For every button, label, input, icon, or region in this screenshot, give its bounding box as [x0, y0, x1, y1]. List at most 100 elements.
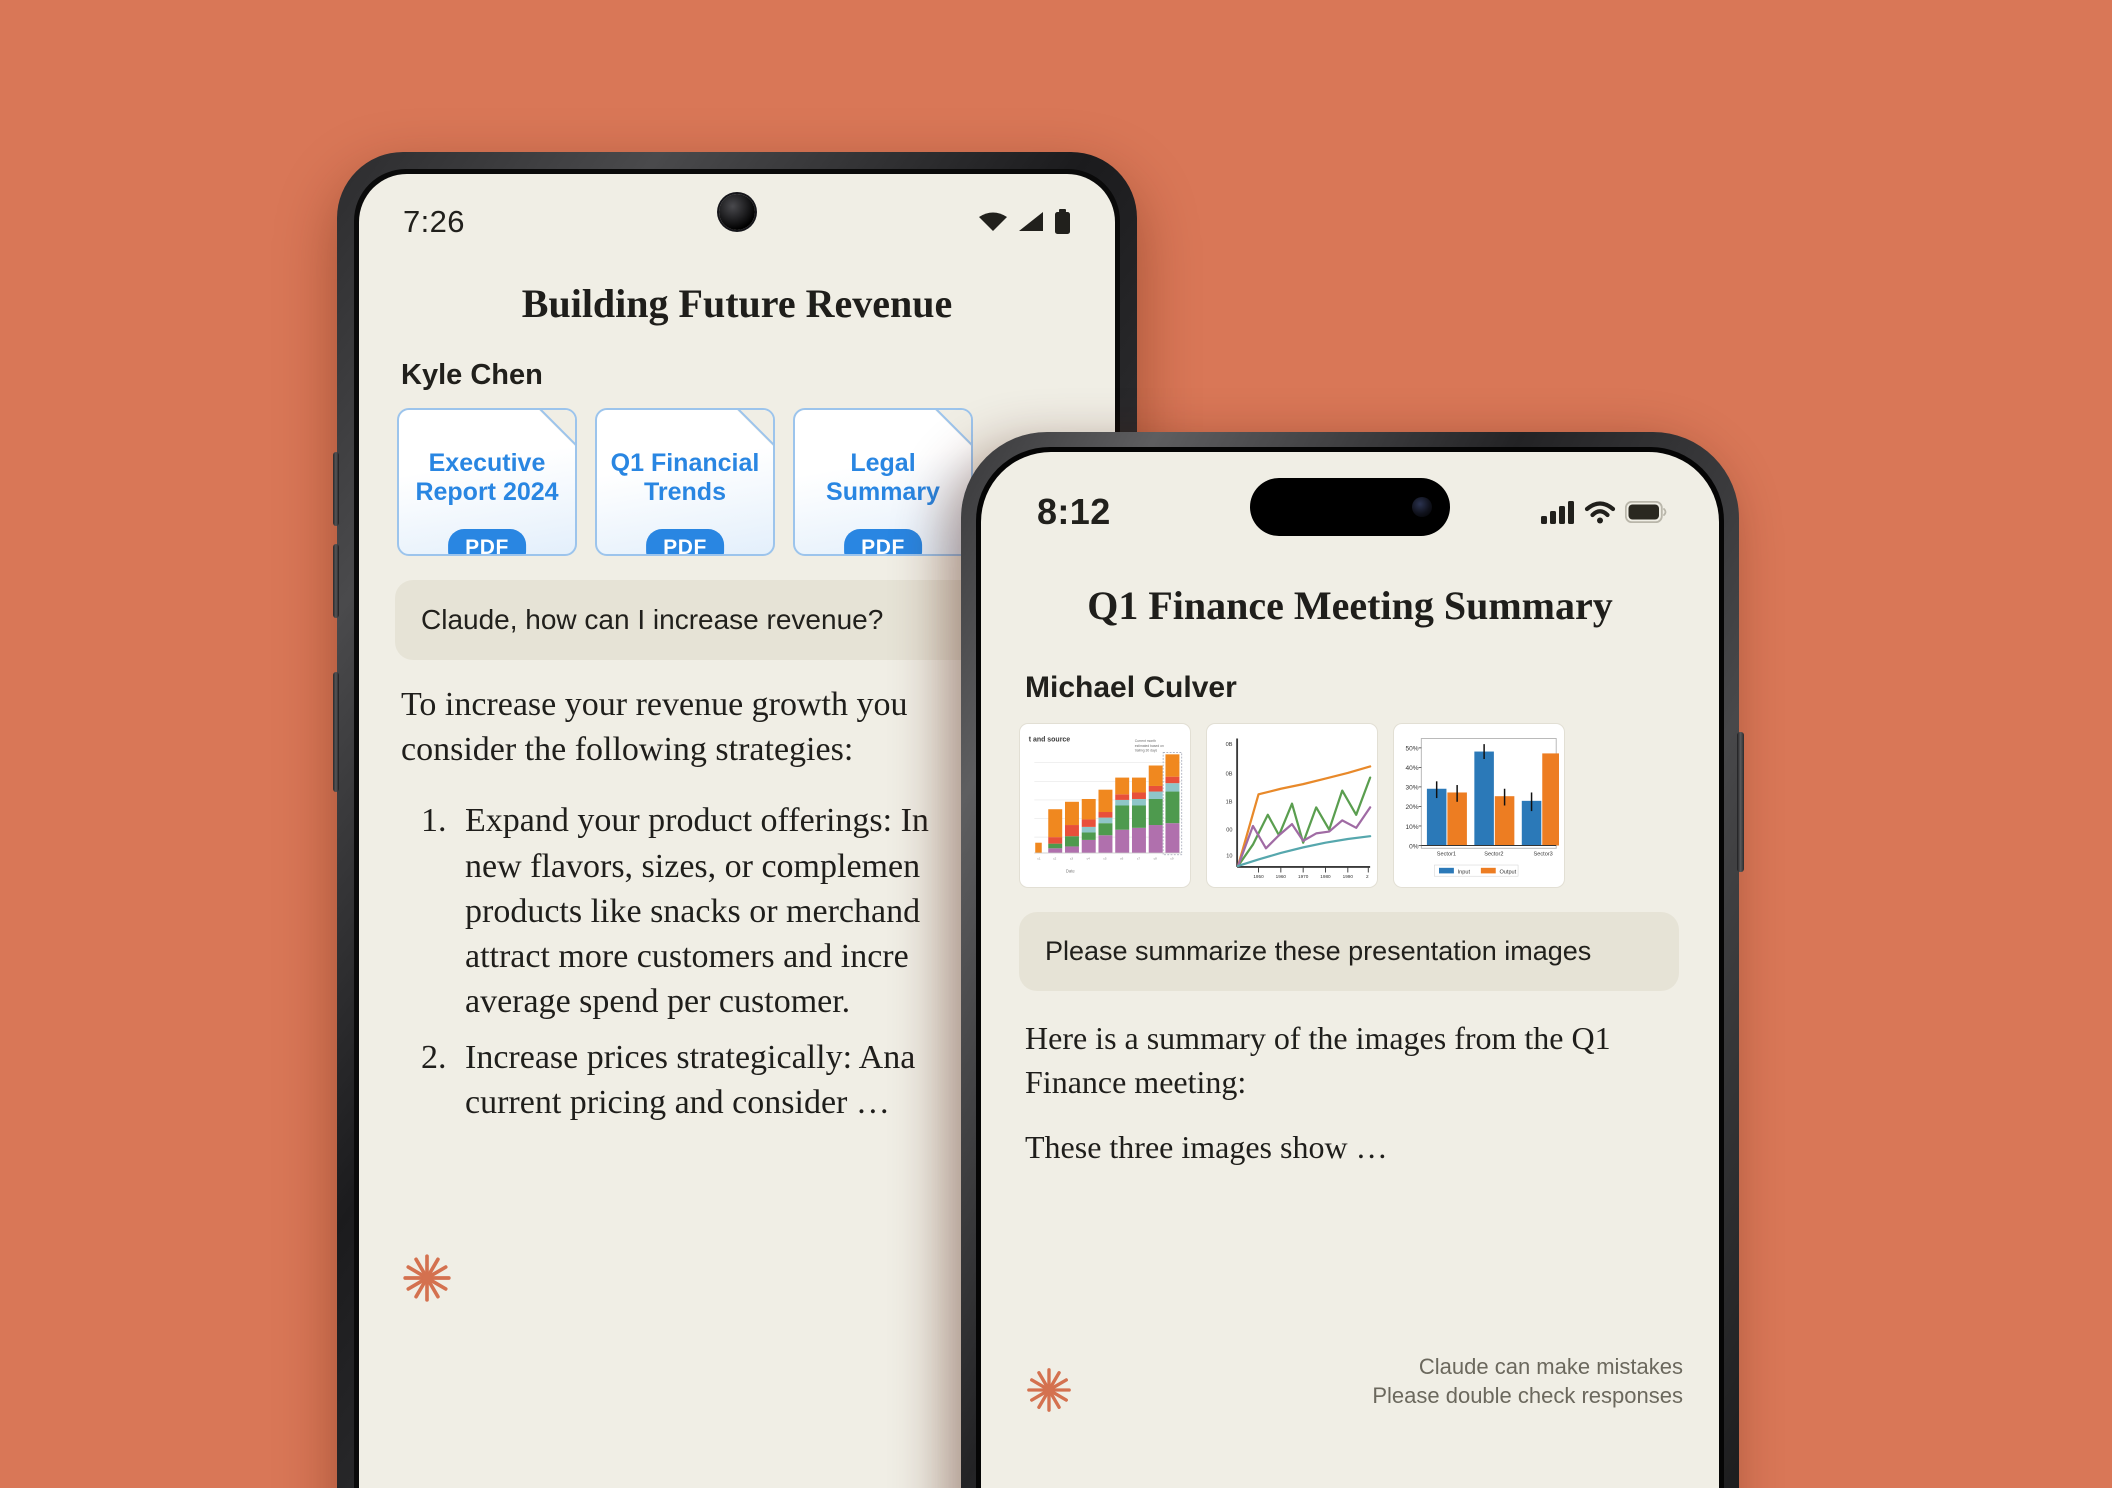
disclaimer-line-1: Claude can make mistakes [1418, 1353, 1683, 1379]
ios-screen: 8:12 Q1 Finance Meeting Summary Michael … [981, 452, 1719, 1488]
attachment-title: Executive Report 2024 [415, 448, 559, 507]
svg-text:c6: c6 [1120, 856, 1123, 860]
grouped-bar-chart: 0% 10% 20% 30% 40% 50% Sector1 Sector2 S… [1399, 731, 1559, 880]
answer-line: attract more customers and incre [465, 938, 909, 976]
status-clock: 7:26 [403, 204, 465, 239]
battery-icon [1625, 501, 1667, 523]
answer-line: products like snacks or merchand [465, 892, 921, 930]
bar-input [1474, 751, 1494, 846]
svg-text:0%: 0% [1409, 843, 1419, 850]
wifi-icon [1584, 501, 1616, 524]
attachment-card[interactable]: Legal Summary PDF [793, 408, 973, 556]
svg-text:1980: 1980 [1320, 874, 1331, 879]
file-type-badge: PDF [448, 529, 526, 554]
svg-text:0B: 0B [1226, 772, 1233, 778]
svg-text:c2: c2 [1053, 856, 1056, 860]
cellular-signal-icon [1541, 501, 1574, 524]
svg-text:c3: c3 [1070, 856, 1073, 860]
legend-label-input: Input [1458, 869, 1471, 875]
svg-text:Sector3: Sector3 [1534, 852, 1553, 858]
svg-text:20%: 20% [1406, 804, 1419, 811]
answer-paragraph: These three images show … [1025, 1129, 1388, 1166]
svg-text:Sector1: Sector1 [1437, 852, 1456, 858]
attachment-card[interactable]: Executive Report 2024 PDF [397, 408, 577, 556]
claude-starburst-logo [403, 1254, 451, 1302]
chart-title: t and source [1029, 736, 1071, 743]
user-message-bubble: Claude, how can I increase revenue? [395, 580, 1029, 660]
svg-text:1950: 1950 [1253, 874, 1264, 879]
author-name: Kyle Chen [401, 359, 543, 391]
svg-text:c7: c7 [1137, 856, 1140, 860]
disclaimer-line-2: Please double check responses [1372, 1382, 1683, 1408]
status-icon-group [1541, 500, 1667, 524]
file-type-badge: PDF [646, 529, 724, 554]
assistant-answer: Here is a summary of the images from the… [1025, 1017, 1689, 1170]
legend-label-output: Output [1499, 869, 1516, 875]
attachment-list: t and source Current month estimated bas… [1011, 723, 1689, 888]
file-type-badge: PDF [844, 529, 922, 554]
status-clock: 8:12 [1037, 491, 1111, 532]
svg-text:50%: 50% [1406, 746, 1419, 753]
attachment-title: Q1 Financial Trends [610, 448, 760, 507]
ios-conversation: Q1 Finance Meeting Summary Michael Culve… [981, 544, 1719, 1170]
page-title: Building Future Revenue [521, 281, 953, 326]
answer-intro-line-1: To increase your revenue growth you [401, 686, 908, 723]
chart-legend: Input Output [1434, 864, 1519, 877]
front-camera-punch-hole [719, 194, 755, 230]
svg-text:c1: c1 [1037, 856, 1040, 860]
svg-text:1970: 1970 [1298, 874, 1309, 879]
answer-line: average spend per customer. [465, 983, 851, 1021]
svg-text:estimated based on: estimated based on [1135, 744, 1164, 748]
answer-paragraph: Here is a summary of the images from the… [1025, 1020, 1611, 1100]
attachment-chart-grouped-bar[interactable]: 0% 10% 20% 30% 40% 50% Sector1 Sector2 S… [1393, 723, 1565, 888]
stacked-bar-chart: t and source Current month estimated bas… [1025, 731, 1185, 880]
x-tick-labels: Sector1 Sector2 Sector3 [1437, 852, 1553, 858]
svg-text:10%: 10% [1406, 824, 1419, 831]
legend-swatch-output [1480, 867, 1496, 874]
user-message-bubble: Please summarize these presentation imag… [1019, 912, 1679, 991]
author-name: Michael Culver [1025, 671, 1237, 704]
status-icon-group [978, 209, 1071, 235]
svg-text:0B: 0B [1226, 742, 1233, 748]
x-axis-label: Date [1066, 868, 1075, 873]
svg-text:1B: 1B [1226, 800, 1233, 806]
multi-line-chart: 0B 0B 1B 00 10 1950 1960 1970 1980 1990 … [1212, 731, 1372, 880]
attachment-card[interactable]: Q1 Financial Trends PDF [595, 408, 775, 556]
answer-line: new flavors, sizes, or complemen [465, 847, 921, 885]
svg-text:00: 00 [1226, 828, 1232, 834]
svg-text:40%: 40% [1406, 765, 1419, 772]
svg-text:c8: c8 [1154, 856, 1157, 860]
bar-output [1542, 753, 1559, 846]
dynamic-island [1250, 478, 1450, 536]
battery-icon [1055, 209, 1070, 234]
answer-line: Increase prices strategically: Ana [465, 1038, 916, 1076]
svg-text:Sector2: Sector2 [1484, 852, 1503, 858]
svg-text:10: 10 [1226, 854, 1232, 860]
volume-down-button[interactable] [333, 544, 339, 618]
svg-text:2: 2 [1366, 874, 1369, 879]
svg-text:c5: c5 [1103, 856, 1106, 860]
ios-bezel: 8:12 Q1 Finance Meeting Summary Michael … [976, 447, 1724, 1488]
answer-intro-line-2: consider the following strategies: [401, 731, 854, 769]
power-button[interactable] [1737, 732, 1744, 872]
volume-up-button[interactable] [333, 452, 339, 526]
attachment-title: Legal Summary [826, 448, 940, 507]
page-title: Q1 Finance Meeting Summary [1087, 583, 1613, 628]
chart-annotation: Current month [1135, 739, 1156, 743]
attachment-chart-stacked-bar[interactable]: t and source Current month estimated bas… [1019, 723, 1191, 888]
power-button[interactable] [333, 672, 339, 792]
front-camera-icon [1412, 497, 1432, 517]
svg-text:1990: 1990 [1343, 874, 1354, 879]
svg-text:c9: c9 [1170, 856, 1173, 860]
legend-swatch-input [1439, 867, 1454, 874]
ios-phone-device: 8:12 Q1 Finance Meeting Summary Michael … [961, 432, 1744, 1488]
svg-text:trailing 30 days: trailing 30 days [1135, 749, 1158, 753]
svg-text:30%: 30% [1406, 785, 1419, 792]
attachment-chart-line[interactable]: 0B 0B 1B 00 10 1950 1960 1970 1980 1990 … [1206, 723, 1378, 888]
wifi-icon [979, 212, 1007, 231]
claude-starburst-logo [1027, 1368, 1071, 1412]
disclaimer-text: Claude can make mistakes Please double c… [1372, 1352, 1683, 1410]
svg-text:c4: c4 [1087, 856, 1090, 860]
svg-text:1960: 1960 [1276, 874, 1287, 879]
answer-line: Expand your product offerings: In [465, 802, 929, 840]
